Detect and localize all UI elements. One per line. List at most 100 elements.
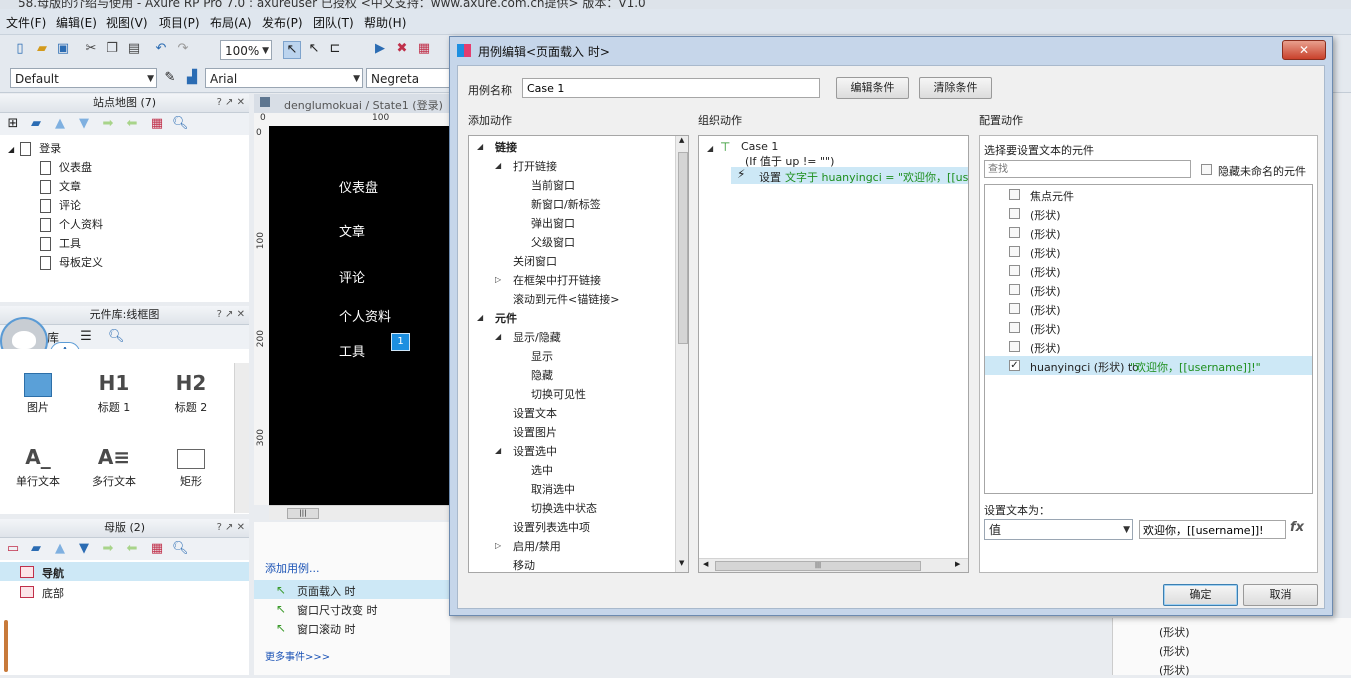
footnote-badge[interactable]: 1 xyxy=(391,333,410,351)
more-events-link[interactable]: 更多事件>>> xyxy=(265,648,330,663)
menu-project[interactable]: 项目(P) xyxy=(159,14,200,31)
sitemap-page[interactable]: 母板定义 xyxy=(40,254,103,270)
menu-view[interactable]: 视图(V) xyxy=(106,14,148,31)
event-row[interactable]: ↖ 窗口尺寸改变 时 xyxy=(254,599,450,618)
style-edit-icon[interactable]: ✎ xyxy=(162,70,178,86)
menu-help[interactable]: 帮助(H) xyxy=(364,14,406,31)
widget-entry[interactable]: (形状) xyxy=(1159,662,1190,678)
font-weight-select[interactable]: Negreta xyxy=(366,68,450,88)
library-scrollbar[interactable] xyxy=(234,363,249,513)
widget-row[interactable]: (形状) xyxy=(985,337,1312,356)
library-item-text-area[interactable]: A≡ 多行文本 xyxy=(84,441,144,489)
collapse-triangle-icon[interactable]: ◢ xyxy=(477,313,483,322)
collapse-triangle-icon[interactable]: ◢ xyxy=(477,142,483,151)
action-item[interactable]: 关闭窗口 xyxy=(513,253,557,269)
indent-icon[interactable]: ➡ xyxy=(100,116,116,132)
move-up-icon[interactable]: ▲ xyxy=(52,541,68,557)
cut-icon[interactable]: ✂ xyxy=(83,41,99,57)
nav-item-profile[interactable]: 个人资料 xyxy=(339,306,391,325)
menu-team[interactable]: 团队(T) xyxy=(313,14,354,31)
panel-controls[interactable]: ? ↗ ✕ xyxy=(217,306,245,324)
canvas-nav-master[interactable]: 仪表盘 文章 评论 个人资料 工具 1 xyxy=(269,126,450,505)
copy-icon[interactable]: ❐ xyxy=(104,41,120,57)
expand-triangle-icon[interactable]: ▷ xyxy=(495,275,501,284)
widget-entry[interactable]: (形状) xyxy=(1159,643,1190,659)
search-icon[interactable]: 🔍︎ xyxy=(172,116,189,132)
text-type-select[interactable]: 值 ▼ xyxy=(984,519,1133,540)
search-icon[interactable]: 🔍︎ xyxy=(108,329,125,345)
widget-checkbox[interactable] xyxy=(1009,265,1020,276)
checkbox-checked[interactable]: ✓ xyxy=(1009,360,1020,371)
close-button[interactable]: ✕ xyxy=(1282,40,1326,60)
widget-row[interactable]: (形状) xyxy=(985,242,1312,261)
scroll-down-icon[interactable]: ▼ xyxy=(679,559,684,567)
indent-icon[interactable]: ➡ xyxy=(100,541,116,557)
widget-row[interactable]: (形状) xyxy=(985,318,1312,337)
widget-row[interactable]: (形状) xyxy=(985,280,1312,299)
share-icon[interactable]: ✖ xyxy=(394,41,410,57)
menu-publish[interactable]: 发布(P) xyxy=(262,14,303,31)
scroll-left-icon[interactable]: ◀ xyxy=(703,560,708,568)
action-item[interactable]: 滚动到元件<锚链接> xyxy=(513,291,619,307)
widget-row[interactable]: 焦点元件 xyxy=(985,185,1312,204)
move-down-icon[interactable]: ▼ xyxy=(76,541,92,557)
scroll-up-icon[interactable]: ▲ xyxy=(679,136,684,144)
nav-item-dashboard[interactable]: 仪表盘 xyxy=(339,177,378,196)
new-file-icon[interactable]: ▯ xyxy=(12,41,28,57)
library-item-image[interactable]: 图片 xyxy=(8,367,68,415)
action-item[interactable]: 选中 xyxy=(531,462,553,478)
action-node-selected[interactable]: ⚡ 设置 文字于 huanyingci = "欢迎你，[[userr xyxy=(731,167,968,184)
scroll-thumb[interactable] xyxy=(678,152,688,344)
widget-row[interactable]: (形状) xyxy=(985,261,1312,280)
dialog-title-bar[interactable]: 用例编辑<页面载入 时> ✕ xyxy=(450,37,1332,65)
event-row[interactable]: ↖ 窗口滚动 时 xyxy=(254,618,450,637)
collapse-triangle-icon[interactable]: ◢ xyxy=(495,332,501,341)
master-item[interactable]: 底部 xyxy=(0,582,249,601)
widget-checkbox[interactable] xyxy=(1009,227,1020,238)
menu-layout[interactable]: 布局(A) xyxy=(210,14,252,31)
select-pointer-icon[interactable]: ↖ xyxy=(283,41,301,59)
sitemap-page[interactable]: 文章 xyxy=(40,178,81,194)
library-item-h1[interactable]: H1 标题 1 xyxy=(84,367,144,415)
sitemap-page[interactable]: 仪表盘 xyxy=(40,159,92,175)
save-icon[interactable]: ▣ xyxy=(55,41,71,57)
open-folder-icon[interactable]: ▰ xyxy=(34,41,50,57)
sitemap-root[interactable]: ◢ 登录 xyxy=(8,140,61,156)
add-case-link[interactable]: 添加用例... xyxy=(265,560,320,576)
action-item[interactable]: 弹出窗口 xyxy=(531,215,575,231)
panel-controls[interactable]: ? ↗ ✕ xyxy=(217,519,245,537)
format-painter-icon[interactable]: ▟ xyxy=(184,70,200,86)
scroll-thumb[interactable]: ||| xyxy=(287,508,319,519)
action-item[interactable]: 切换选中状态 xyxy=(531,500,597,516)
master-item-selected[interactable]: 导航 xyxy=(0,562,249,581)
case-node[interactable]: Case 1 xyxy=(741,140,778,153)
action-item[interactable]: 设置文本 xyxy=(513,405,557,421)
collapse-triangle-icon[interactable]: ◢ xyxy=(495,446,501,455)
publish-icon[interactable]: ▦ xyxy=(416,41,432,57)
action-item[interactable]: 当前窗口 xyxy=(531,177,575,193)
cancel-button[interactable]: 取消 xyxy=(1243,584,1318,606)
action-item[interactable]: 设置图片 xyxy=(513,424,557,440)
expand-triangle-icon[interactable]: ▷ xyxy=(495,541,501,550)
action-tree-scrollbar[interactable]: ▲ ▼ xyxy=(675,136,688,572)
event-row-selected[interactable]: ↖ 页面载入 时 xyxy=(254,580,450,599)
action-item[interactable]: 启用/禁用 xyxy=(513,538,561,554)
sitemap-page[interactable]: 评论 xyxy=(40,197,81,213)
widget-checkbox[interactable] xyxy=(1009,208,1020,219)
collapse-triangle-icon[interactable]: ◢ xyxy=(495,161,501,170)
action-item[interactable]: 切换可见性 xyxy=(531,386,586,402)
add-folder-icon[interactable]: ▰ xyxy=(28,116,44,132)
widget-row[interactable]: (形状) xyxy=(985,223,1312,242)
add-folder-icon[interactable]: ▰ xyxy=(28,541,44,557)
undo-icon[interactable]: ↶ xyxy=(153,41,169,57)
action-item[interactable]: 显示 xyxy=(531,348,553,364)
outdent-icon[interactable]: ⬅ xyxy=(124,541,140,557)
action-item[interactable]: 设置选中 xyxy=(513,443,557,459)
ok-button[interactable]: 确定 xyxy=(1163,584,1238,606)
widget-checkbox[interactable] xyxy=(1009,246,1020,257)
nav-item-tools[interactable]: 工具 xyxy=(339,341,365,360)
clear-condition-button[interactable]: 清除条件 xyxy=(919,77,992,99)
library-item-h2[interactable]: H2 标题 2 xyxy=(161,367,221,415)
connector-icon[interactable]: ⊏ xyxy=(327,41,343,57)
action-item[interactable]: 在框架中打开链接 xyxy=(513,272,601,288)
